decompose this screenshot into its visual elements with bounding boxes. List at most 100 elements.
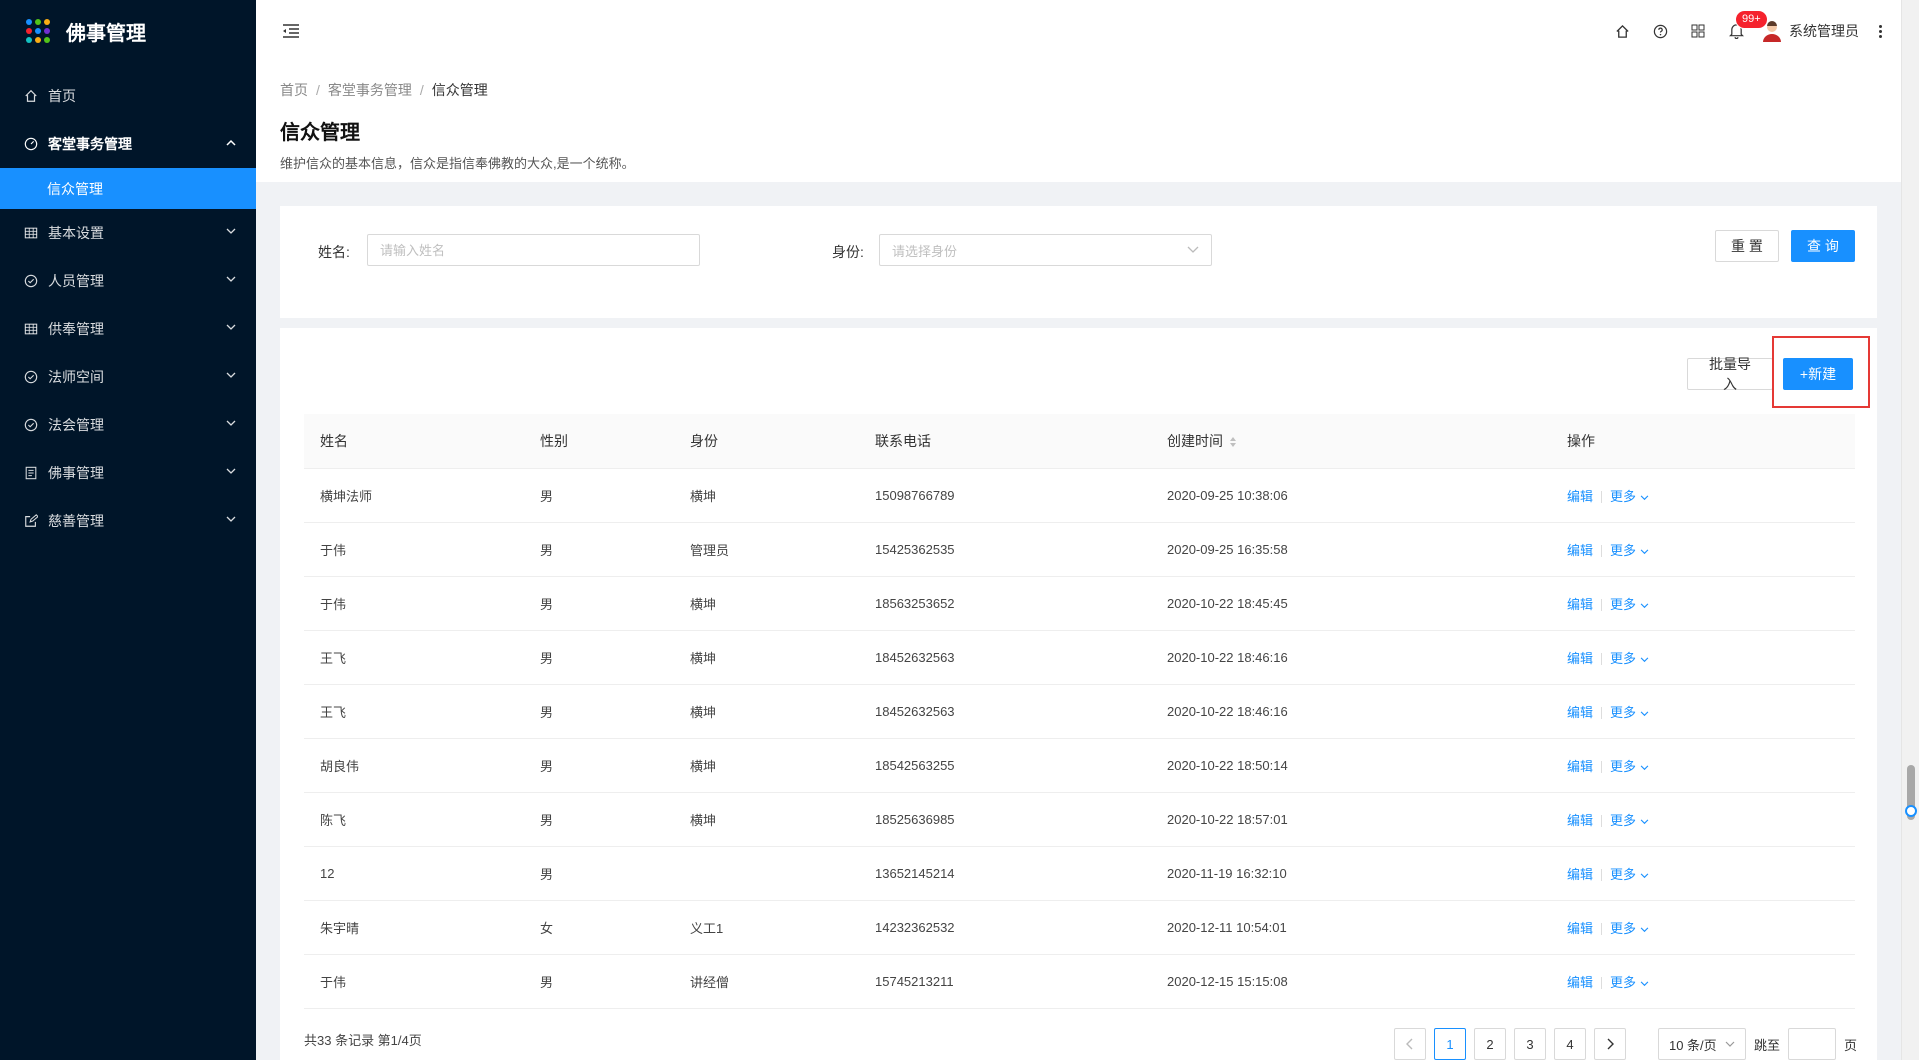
edit-link[interactable]: 编辑 <box>1567 543 1593 558</box>
sidebar-item-6[interactable]: 法师空间 <box>0 353 256 401</box>
page-button-4[interactable]: 4 <box>1553 1028 1586 1060</box>
chevron-down-icon <box>1640 710 1648 716</box>
more-dropdown[interactable]: 更多 <box>1610 543 1649 558</box>
more-label: 更多 <box>1610 812 1637 828</box>
sidebar-item-0[interactable]: 首页 <box>0 72 256 120</box>
action-divider <box>1601 599 1603 612</box>
more-dropdown[interactable]: 更多 <box>1610 489 1649 504</box>
breadcrumb-item-home[interactable]: 首页 <box>280 82 308 98</box>
layout-icon[interactable] <box>1679 16 1717 46</box>
more-dropdown[interactable]: 更多 <box>1610 597 1649 612</box>
page-button-1[interactable]: 1 <box>1433 1028 1466 1060</box>
sidebar-item-label: 法师空间 <box>48 369 104 385</box>
notification-bell-icon[interactable]: 99+ <box>1717 10 1768 46</box>
more-vertical-icon[interactable] <box>1877 24 1883 38</box>
cell-name: 胡良伟 <box>304 738 524 793</box>
cell-identity: 横坤 <box>674 792 859 847</box>
chevron-down-icon <box>1640 494 1648 500</box>
table-row: 于伟男管理员 15425362535 2020-09-25 16:35:58 编辑 更多 <box>304 522 1855 577</box>
edit-link[interactable]: 编辑 <box>1567 489 1593 504</box>
chevron-down-icon <box>226 372 236 382</box>
more-dropdown[interactable]: 更多 <box>1610 975 1649 990</box>
cell-gender: 男 <box>524 792 674 847</box>
cell-actions: 编辑 更多 <box>1551 522 1855 577</box>
edit-link[interactable]: 编辑 <box>1567 867 1593 882</box>
menu-fold-icon[interactable] <box>280 20 302 42</box>
next-page-button[interactable] <box>1593 1028 1626 1060</box>
query-button[interactable]: 查 询 <box>1791 230 1855 262</box>
sidebar-item-3[interactable]: 基本设置 <box>0 209 256 257</box>
sidebar-item-1[interactable]: 客堂事务管理 <box>0 120 256 168</box>
home-icon[interactable] <box>1603 16 1641 46</box>
cell-created: 2020-12-15 15:15:08 <box>1151 954 1551 1009</box>
jump-page-input[interactable] <box>1787 1028 1836 1060</box>
page-header: 首页 / 客堂事务管理 / 信众管理 信众管理 维护信众的基本信息，信众是指信奉佛教的大… <box>256 62 1901 182</box>
scroll-handle-icon[interactable] <box>1905 805 1917 817</box>
cell-gender: 男 <box>524 522 674 577</box>
edit-link[interactable]: 编辑 <box>1567 813 1593 828</box>
identity-select[interactable]: 请选择身份 <box>879 234 1212 266</box>
column-header-phone: 联系电话 <box>859 414 1151 469</box>
more-dropdown[interactable]: 更多 <box>1610 921 1649 936</box>
edit-link[interactable]: 编辑 <box>1567 975 1593 990</box>
chevron-down-icon <box>1640 818 1648 824</box>
sidebar: 佛事管理 首页 客堂事务管理 信众管理 基本设置 人员管理 供奉管理 法师空间 法会管理 佛事管… <box>0 0 256 1060</box>
table-row: 12 男 13652145214 2020-11-19 16:32:10 编辑 更多 <box>304 846 1855 901</box>
table-row: 于伟男讲经僧 15745213211 2020-12-15 15:15:08 编辑 更多 <box>304 954 1855 1009</box>
app-logo[interactable]: 佛事管理 <box>0 0 256 62</box>
column-header-gender: 性别 <box>524 414 674 469</box>
page-suffix-label: 页 <box>1843 1037 1857 1053</box>
more-dropdown[interactable]: 更多 <box>1610 759 1649 774</box>
more-dropdown[interactable]: 更多 <box>1610 813 1649 828</box>
reset-button[interactable]: 重 置 <box>1715 230 1779 262</box>
more-dropdown[interactable]: 更多 <box>1610 867 1649 882</box>
logo-dot <box>35 28 41 34</box>
more-dropdown[interactable]: 更多 <box>1610 705 1649 720</box>
edit-link[interactable]: 编辑 <box>1567 705 1593 720</box>
table-row: 朱宇晴女义工1 14232362532 2020-12-11 10:54:01 编辑 更… <box>304 900 1855 955</box>
prev-page-button[interactable] <box>1393 1028 1426 1060</box>
sort-icon[interactable] <box>1229 436 1237 448</box>
user-menu[interactable]: 系统管理员 <box>1761 20 1859 42</box>
cell-gender: 男 <box>524 468 674 523</box>
page-scrollbar[interactable] <box>1901 0 1919 1060</box>
header-actions: 99+ 系统管理员 <box>1603 10 1901 46</box>
breadcrumb-item-current: 信众管理 <box>431 82 488 98</box>
cell-created: 2020-12-11 10:54:01 <box>1151 900 1551 955</box>
more-label: 更多 <box>1610 920 1637 936</box>
sidebar-item-8[interactable]: 佛事管理 <box>0 449 256 497</box>
sidebar-item-9[interactable]: 慈善管理 <box>0 497 256 545</box>
edit-link[interactable]: 编辑 <box>1567 921 1593 936</box>
page-size-select[interactable]: 10 条/页 <box>1657 1028 1746 1060</box>
cell-actions: 编辑 更多 <box>1551 846 1855 901</box>
more-dropdown[interactable]: 更多 <box>1610 651 1649 666</box>
sidebar-item-5[interactable]: 供奉管理 <box>0 305 256 353</box>
table-icon <box>24 322 38 336</box>
sidebar-item-label: 客堂事务管理 <box>48 136 132 152</box>
edit-link[interactable]: 编辑 <box>1567 759 1593 774</box>
cell-identity: 横坤 <box>674 630 859 685</box>
sidebar-item-2[interactable]: 信众管理 <box>0 168 256 209</box>
logo-dot <box>26 37 32 43</box>
column-header-created[interactable]: 创建时间 <box>1151 414 1551 469</box>
more-label: 更多 <box>1610 488 1637 504</box>
batch-import-button[interactable]: 批量导入 <box>1687 356 1773 392</box>
new-button[interactable]: +新建 <box>1783 358 1853 390</box>
cell-identity: 横坤 <box>674 738 859 793</box>
sidebar-item-7[interactable]: 法会管理 <box>0 401 256 449</box>
help-icon[interactable] <box>1641 16 1679 46</box>
page-button-3[interactable]: 3 <box>1513 1028 1546 1060</box>
edit-link[interactable]: 编辑 <box>1567 651 1593 666</box>
name-search-input[interactable] <box>367 234 700 266</box>
logo-dot <box>35 19 41 25</box>
page-button-2[interactable]: 2 <box>1473 1028 1506 1060</box>
logo-dot <box>26 19 32 25</box>
edit-link[interactable]: 编辑 <box>1567 597 1593 612</box>
breadcrumb-item-hall[interactable]: 客堂事务管理 <box>328 82 412 98</box>
more-label: 更多 <box>1610 542 1637 558</box>
column-header-name: 姓名 <box>304 414 524 469</box>
chevron-down-icon <box>1640 656 1648 662</box>
sidebar-item-4[interactable]: 人员管理 <box>0 257 256 305</box>
form-icon <box>24 514 38 528</box>
sidebar-item-label: 慈善管理 <box>48 513 104 529</box>
